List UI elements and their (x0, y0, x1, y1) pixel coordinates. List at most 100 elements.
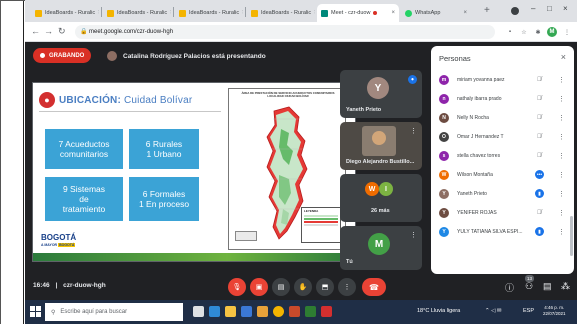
end-call-button[interactable]: ☎ (362, 278, 386, 296)
tab-close-icon[interactable]: × (95, 10, 99, 16)
profile-avatar-icon[interactable]: M (547, 27, 557, 37)
stat-box-acueductos: 7 Acueductos comunitarios (45, 129, 123, 169)
more-options-icon[interactable]: ⋮ (558, 114, 565, 122)
person-name: YULY TATIANA SILVA ESPI... (457, 228, 523, 235)
panel-scrollbar[interactable] (570, 216, 573, 256)
windows-start-icon[interactable] (30, 306, 41, 317)
avatar: Y (439, 188, 449, 199)
raise-hand-button[interactable]: ✋ (294, 278, 312, 296)
forward-arrow-icon[interactable]: → (44, 26, 53, 36)
camera-feed (362, 126, 396, 156)
tab-ideaboards-2[interactable]: IdeaBoards - Ruralic × (103, 4, 171, 22)
tab-close-icon[interactable]: × (388, 10, 395, 16)
person-row[interactable]: Y YENIFER ROJAS 🎙̸ ⋮ (431, 203, 574, 222)
stat-line: 1 Urbano (146, 149, 182, 159)
clock-date: 22/07/2021 (543, 311, 566, 316)
taskbar-search[interactable]: ⚲ Escribe aquí para buscar (45, 303, 183, 321)
extensions-icon[interactable]: ✱ (533, 27, 543, 37)
weather-widget[interactable]: 18°C Lluvia ligera (417, 308, 460, 314)
more-options-icon[interactable]: ⋮ (410, 231, 417, 239)
more-options-icon[interactable]: ⋮ (558, 171, 565, 179)
person-row[interactable]: Y YULY TATIANA SILVA ESPI... ▮ ⋮ (431, 222, 574, 241)
mic-off-button[interactable]: 🎙 (228, 278, 246, 296)
present-button[interactable]: ⬒ (316, 278, 334, 296)
tab-ideaboards-1[interactable]: IdeaBoards - Ruralic × (31, 4, 99, 22)
participant-count: 26 más (371, 208, 390, 214)
more-options-icon[interactable]: ⋮ (558, 152, 565, 160)
record-dot-icon (40, 53, 45, 58)
more-options-icon[interactable]: ⋮ (410, 127, 417, 135)
person-row[interactable]: Y Yaneth Prieto ▮ ⋮ (431, 184, 574, 203)
excel-icon[interactable] (305, 306, 316, 317)
tab-close-icon[interactable]: × (311, 10, 315, 16)
person-row[interactable]: s stella chavez torres 🎙̸ ⋮ (431, 146, 574, 165)
more-options-icon[interactable]: ⋮ (558, 209, 565, 217)
more-options-icon[interactable]: ⋮ (558, 95, 565, 103)
person-row[interactable]: W Wilson Montaña ••• ⋮ (431, 165, 574, 184)
close-icon[interactable]: × (561, 52, 566, 62)
legend-swatch (304, 215, 338, 217)
tab-whatsapp[interactable]: WhatsApp × (401, 4, 471, 22)
person-row[interactable]: m miriam yovanna paez 🎙̸ ⋮ (431, 70, 574, 89)
maximize-button[interactable]: □ (547, 4, 552, 13)
file-explorer-icon[interactable] (225, 306, 236, 317)
menu-kebab-icon[interactable]: ⋮ (562, 27, 572, 37)
more-options-button[interactable]: ⋮ (338, 278, 356, 296)
camera-icon[interactable]: ▪ (505, 27, 515, 37)
taskbar-clock[interactable]: 4:46 p. m. 22/07/2021 (543, 305, 566, 317)
more-options-icon[interactable]: ⋮ (558, 190, 565, 198)
task-view-icon[interactable] (193, 306, 204, 317)
chat-icon[interactable]: ▤ (543, 281, 552, 292)
new-tab-button[interactable]: + (484, 5, 490, 16)
info-icon[interactable]: ⓘ (505, 281, 514, 294)
tray-icons[interactable]: ⌃ ◁ ✉ (485, 308, 502, 314)
back-arrow-icon[interactable]: ← (31, 26, 40, 36)
participant-name: Diego Alejandro Bustillo... (346, 159, 415, 165)
stat-line: comunitarios (59, 149, 109, 159)
camera-off-button[interactable]: ▣ (250, 278, 268, 296)
avatar: N (439, 112, 449, 123)
tab-meet[interactable]: Meet - czr-duow × (317, 4, 399, 22)
tab-close-icon[interactable]: × (167, 10, 171, 16)
more-options-icon[interactable]: ⋮ (558, 228, 565, 236)
more-options-icon[interactable]: ⋮ (558, 76, 565, 84)
avatar: O (439, 131, 449, 142)
minimize-button[interactable]: – (531, 4, 535, 13)
tab-close-icon[interactable]: × (460, 10, 467, 16)
bookmark-star-icon[interactable]: ☆ (519, 27, 529, 37)
store-icon[interactable] (241, 306, 252, 317)
participant-tile-self[interactable]: M ⋮ Tú (340, 226, 422, 270)
tab-ideaboards-4[interactable]: IdeaBoards - Ruralic × (247, 4, 315, 22)
address-toolbar: ← → ↻ 🔒 meet.google.com/czr-duow-hgh ▪ ☆… (25, 22, 577, 42)
edge-icon[interactable] (209, 306, 220, 317)
participant-tile-more[interactable]: W I 26 más (340, 174, 422, 222)
person-name: miriam yovanna paez (457, 76, 505, 83)
chrome-icon[interactable] (273, 306, 284, 317)
participant-tile-diego[interactable]: ⋮ Diego Alejandro Bustillo... (340, 122, 422, 170)
participant-name: Tú (346, 259, 353, 265)
tab-separator (101, 7, 102, 17)
speaking-indicator-icon: ▮ (535, 189, 544, 198)
weather-text: 18°C Lluvia ligera (417, 308, 461, 314)
address-bar[interactable]: 🔒 meet.google.com/czr-duow-hgh (75, 25, 495, 39)
acrobat-icon[interactable] (321, 306, 332, 317)
tab-close-icon[interactable]: × (239, 10, 243, 16)
activities-icon[interactable]: ⁂ (561, 281, 570, 292)
person-row[interactable]: N Nelly N Rocha 🎙̸ ⋮ (431, 108, 574, 127)
people-icon[interactable]: ⚇ (525, 281, 533, 292)
powerpoint-icon[interactable] (289, 306, 300, 317)
ideaboards-favicon-icon (251, 9, 258, 17)
captions-button[interactable]: ▤ (272, 278, 290, 296)
participant-tile-yaneth[interactable]: Y ⦁ Yaneth Prieto (340, 70, 422, 118)
language-indicator[interactable]: ESP (523, 308, 534, 314)
locality-map: ÁREA DE PRESTACIÓN DE SERVICIO ACUEDUCTO… (228, 88, 346, 250)
ideaboards-favicon-icon (179, 9, 186, 17)
more-options-icon[interactable]: ⋮ (558, 133, 565, 141)
profile-dot-icon[interactable] (511, 7, 519, 15)
person-row[interactable]: n nathaly ibarra prado 🎙̸ ⋮ (431, 89, 574, 108)
app-icon[interactable] (257, 306, 268, 317)
person-row[interactable]: O Omar J Hernandez T 🎙̸ ⋮ (431, 127, 574, 146)
close-window-button[interactable]: × (563, 4, 568, 13)
tab-ideaboards-3[interactable]: IdeaBoards - Ruralic × (175, 4, 243, 22)
reload-icon[interactable]: ↻ (58, 26, 66, 37)
